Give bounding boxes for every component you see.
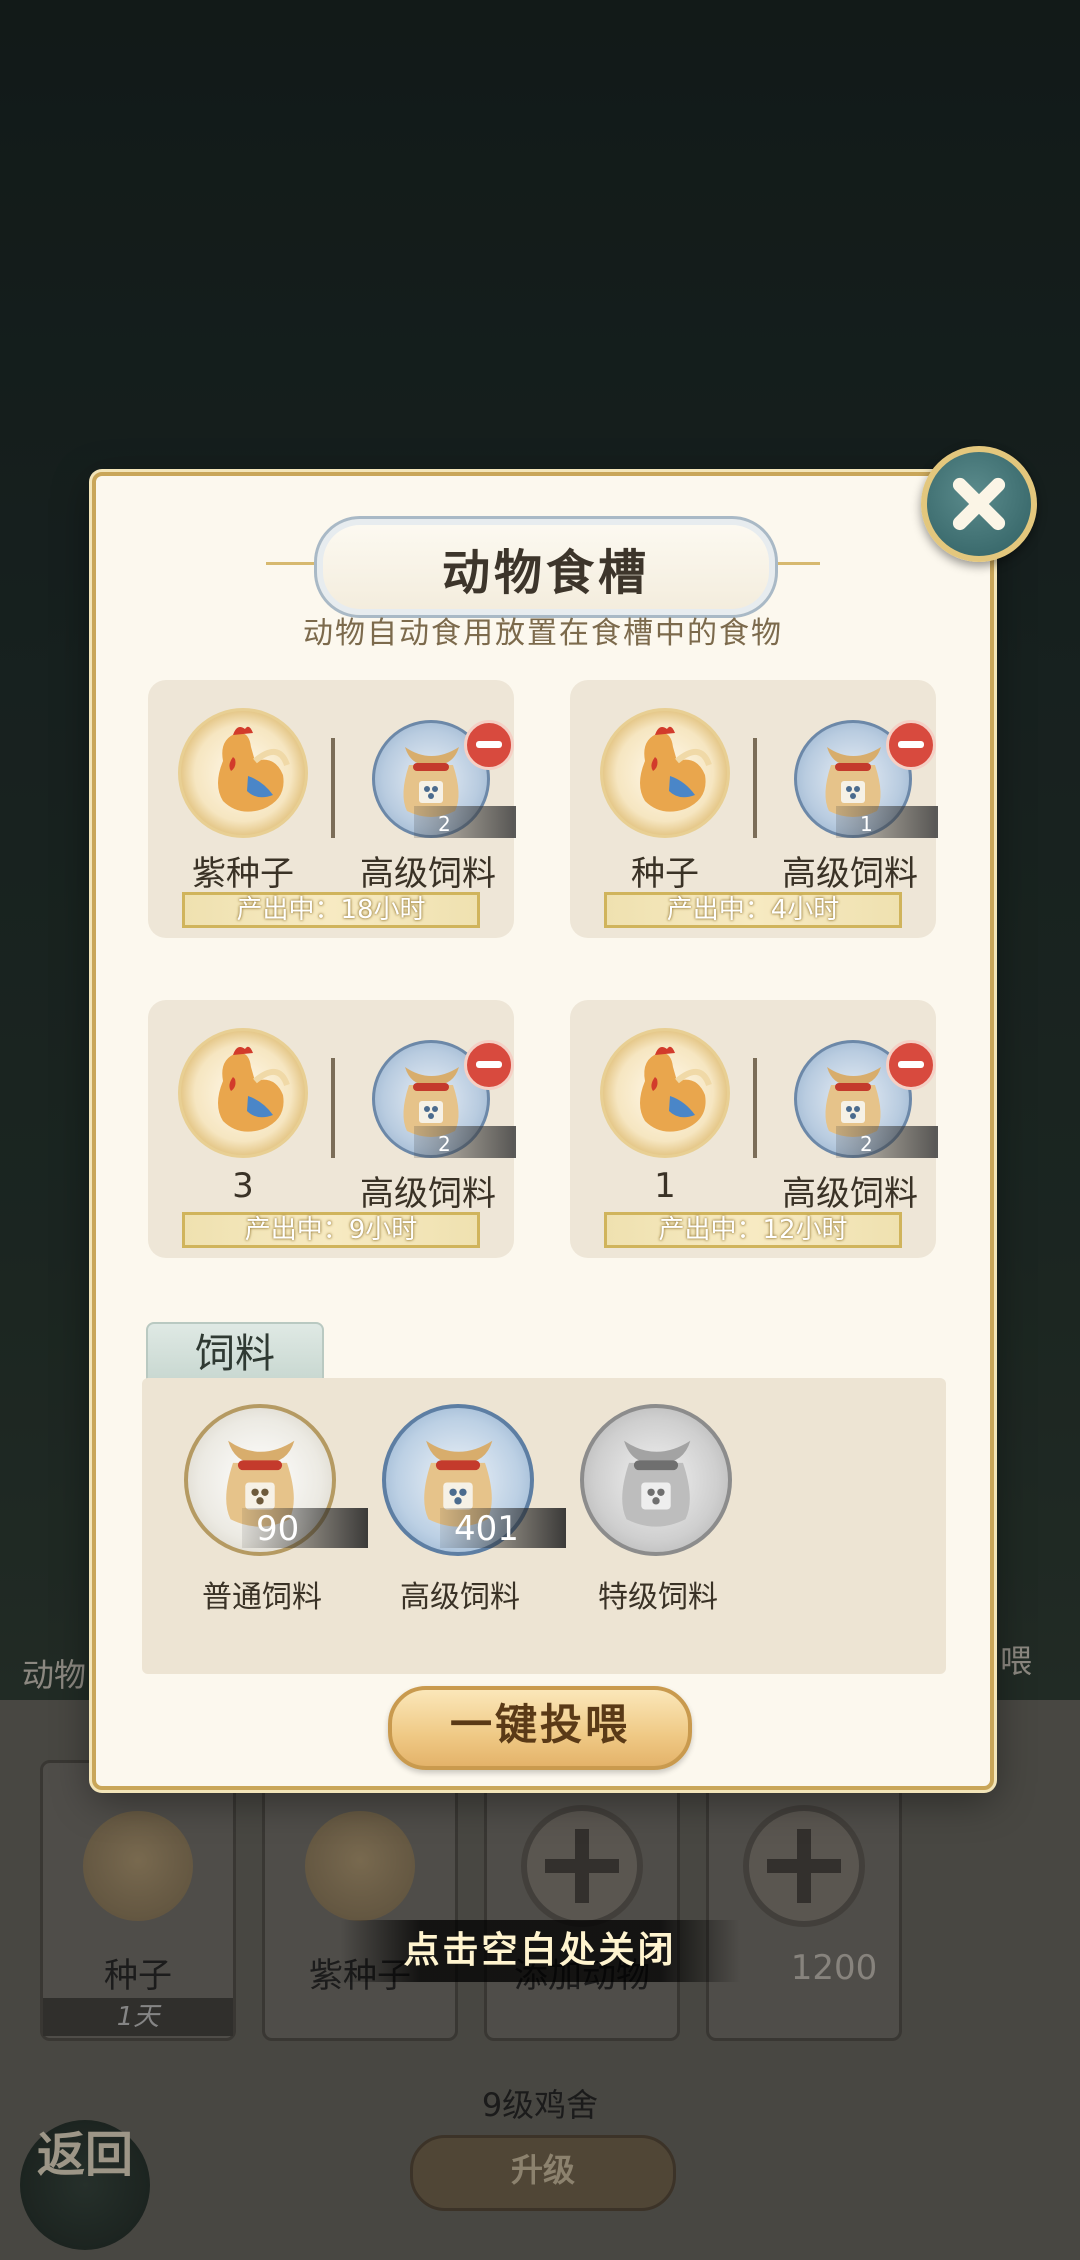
trough-status: 产出中：12小时 — [604, 1212, 902, 1248]
trough-feed-name: 高级饲料 — [360, 854, 496, 894]
feed-inventory: 90 普通饲料 401 高级饲料 特级饲料 — [142, 1378, 946, 1674]
rooster-icon — [600, 1028, 730, 1158]
trough-animal-name: 种子 — [631, 854, 699, 894]
feed-name: 特级饲料 — [598, 1580, 718, 1615]
divider — [331, 738, 335, 838]
divider — [753, 1058, 757, 1158]
trough-status: 产出中：4小时 — [604, 892, 902, 928]
feed-sack-icon — [580, 1404, 732, 1556]
trough-animal-name: 3 — [232, 1166, 254, 1206]
trough-slot-1[interactable]: 2 紫种子 高级饲料 产出中：18小时 — [148, 680, 516, 938]
trough-feed-name: 高级饲料 — [360, 1174, 496, 1214]
trough-animal-name: 1 — [654, 1166, 676, 1206]
trough-feed-name: 高级饲料 — [782, 854, 918, 894]
trough-feed-name: 高级饲料 — [782, 1174, 918, 1214]
trough-animal-name: 紫种子 — [192, 854, 294, 894]
trough-status: 产出中：18小时 — [182, 892, 480, 928]
divider — [753, 738, 757, 838]
trough-slot-4[interactable]: 2 1 高级饲料 产出中：12小时 — [570, 1000, 938, 1258]
feed-name: 高级饲料 — [400, 1580, 520, 1615]
trough-feed-count: 2 — [414, 1126, 516, 1158]
title-plate: 动物食槽 — [314, 516, 778, 618]
rooster-icon — [600, 708, 730, 838]
trough-feed-count: 1 — [836, 806, 938, 838]
animal-trough-dialog: 动物食槽 动物自动食用放置在食槽中的食物 2 紫种子 高级饲料 产出中：18小时… — [92, 472, 994, 1790]
close-button[interactable] — [921, 446, 1037, 562]
feed-all-button[interactable]: 一键投喂 — [388, 1686, 692, 1770]
feed-quantity: 90 — [242, 1508, 368, 1549]
trough-feed-count: 2 — [836, 1126, 938, 1158]
rooster-icon — [178, 1028, 308, 1158]
title-divider — [266, 562, 314, 565]
feed-quantity: 401 — [440, 1508, 566, 1549]
trough-slot-3[interactable]: 2 3 高级饲料 产出中：9小时 — [148, 1000, 516, 1258]
rooster-icon — [178, 708, 308, 838]
feed-name: 普通饲料 — [202, 1580, 322, 1615]
minus-icon[interactable] — [886, 1040, 936, 1090]
tap-to-close-hint: 点击空白处关闭 — [340, 1920, 740, 1982]
dialog-subtitle: 动物自动食用放置在食槽中的食物 — [303, 616, 783, 651]
minus-icon[interactable] — [886, 720, 936, 770]
title-divider — [772, 562, 820, 565]
trough-status: 产出中：9小时 — [182, 1212, 480, 1248]
minus-icon[interactable] — [464, 1040, 514, 1090]
dialog-title: 动物食槽 — [441, 545, 650, 601]
minus-icon[interactable] — [464, 720, 514, 770]
trough-slot-2[interactable]: 1 种子 高级饲料 产出中：4小时 — [570, 680, 938, 938]
trough-feed-count: 2 — [414, 806, 516, 838]
divider — [331, 1058, 335, 1158]
